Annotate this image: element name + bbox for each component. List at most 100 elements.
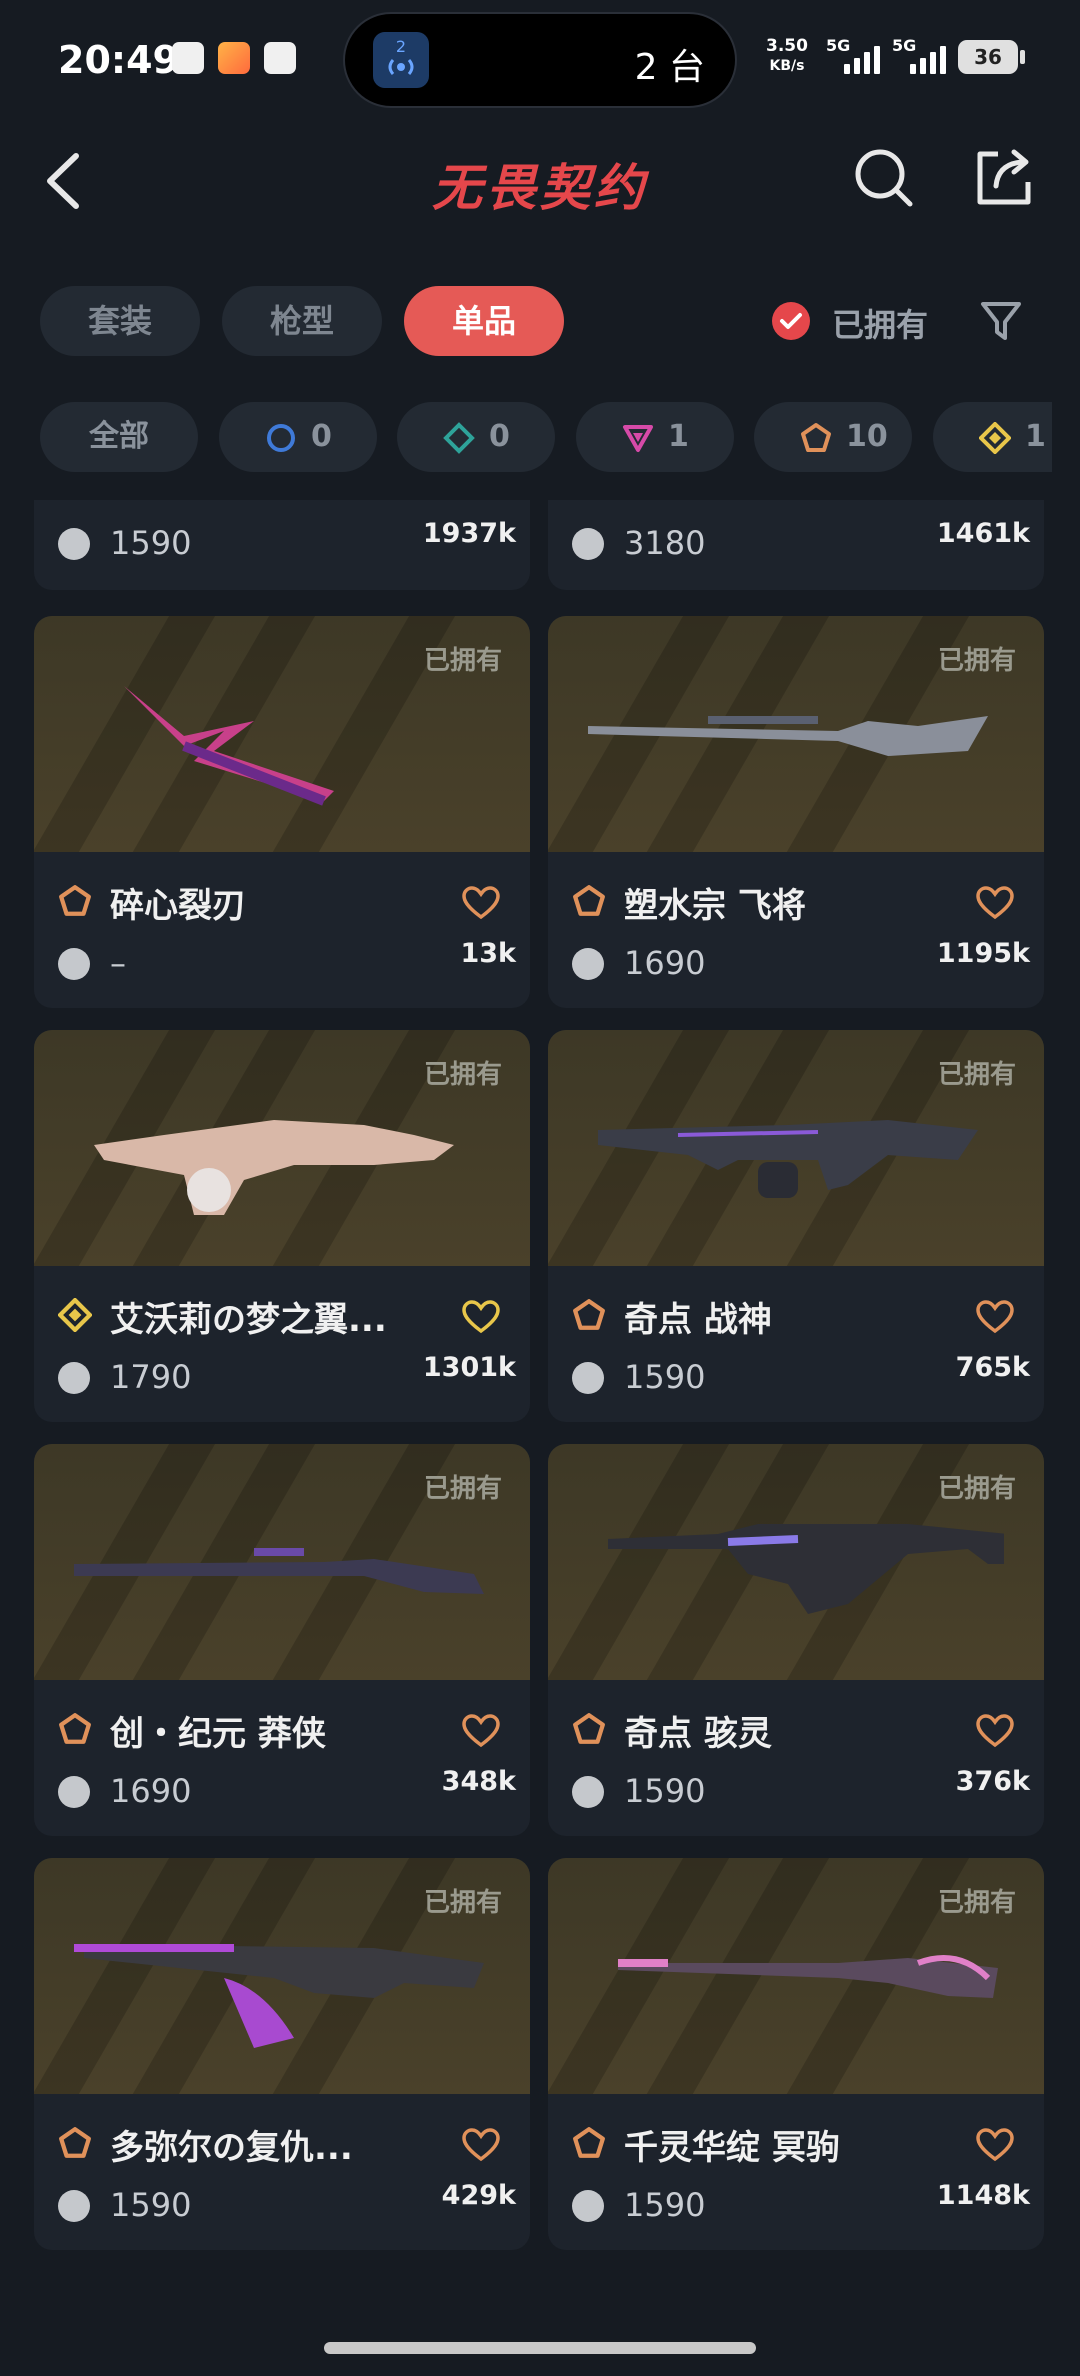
rarity-chip-premium[interactable]: 1 xyxy=(576,402,734,472)
skin-name: 千灵华绽 冥驹 xyxy=(624,2128,840,2168)
rarity-chip-ultra[interactable]: 1 xyxy=(933,402,1052,472)
heart-icon[interactable] xyxy=(976,1300,1014,1334)
vp-currency-icon xyxy=(572,1362,604,1394)
owned-badge: 已拥有 xyxy=(937,1060,1016,1090)
net-speed: 3.50 KB/s xyxy=(766,36,808,76)
skin-image: 已拥有 xyxy=(548,1858,1044,2094)
rarity-chip-all-label: 全部 xyxy=(89,419,149,454)
select-tier-icon xyxy=(267,424,295,452)
dynamic-island[interactable]: 2 2 台 xyxy=(343,12,737,108)
share-icon xyxy=(977,149,1031,205)
skin-image: 已拥有 xyxy=(34,1858,530,2094)
tab-weapon-type[interactable]: 枪型 xyxy=(222,286,382,356)
skin-price: – xyxy=(110,944,126,982)
deluxe-tier-icon xyxy=(443,422,475,454)
machine-gun-skin-image xyxy=(598,1120,978,1198)
heart-icon[interactable] xyxy=(462,2128,500,2162)
vp-currency-icon xyxy=(58,948,90,980)
skin-card[interactable]: 已拥有 塑水宗 飞将 1690 1195k xyxy=(548,616,1044,1008)
owned-badge: 已拥有 xyxy=(937,1888,1016,1918)
skin-name: 艾沃莉の梦之翼... xyxy=(110,1300,387,1340)
status-bar: 20:49 2 2 台 3.50 KB/s 5G 5G 36 xyxy=(0,0,1080,120)
sniper-skin-image xyxy=(618,1955,998,1998)
battery-icon: 36 xyxy=(958,40,1018,74)
filter-button[interactable] xyxy=(978,298,1024,344)
skin-name: 多弥尔の复仇... xyxy=(110,2128,353,2168)
battery-level: 36 xyxy=(974,45,1002,69)
vp-currency-icon xyxy=(58,528,90,560)
search-button[interactable] xyxy=(852,146,916,210)
heart-icon[interactable] xyxy=(462,886,500,920)
skin-name: 奇点 骇灵 xyxy=(624,1714,772,1754)
skin-card[interactable]: 已拥有 千灵华绽 冥驹 1590 1148k xyxy=(548,1858,1044,2250)
skin-card[interactable]: 已拥有 艾沃莉の梦之翼... 1790 1301k xyxy=(34,1030,530,1422)
knife-skin-image xyxy=(124,686,334,806)
island-text: 2 台 xyxy=(634,47,705,88)
ultra-tier-icon xyxy=(58,1298,92,1332)
skin-image: 已拥有 xyxy=(548,1030,1044,1266)
skin-price: 1590 xyxy=(110,524,192,562)
rarity-chip-premium-count: 1 xyxy=(668,419,689,454)
net-speed-unit: KB/s xyxy=(769,58,805,74)
owned-badge: 已拥有 xyxy=(423,1474,502,1504)
rarity-chip-exclusive[interactable]: 10 xyxy=(754,402,912,472)
owned-badge: 已拥有 xyxy=(423,1888,502,1918)
tiktok-app-icon xyxy=(264,42,296,74)
heart-icon[interactable] xyxy=(462,1714,500,1748)
status-time: 20:49 xyxy=(58,38,179,82)
rarity-chip-select[interactable]: 0 xyxy=(219,402,377,472)
vp-currency-icon xyxy=(58,2190,90,2222)
rarity-chip-select-count: 0 xyxy=(311,419,332,454)
rarity-chip-deluxe-count: 0 xyxy=(489,419,510,454)
skin-grid: 1590 1937k 3180 1461k 已拥有 碎心裂刃 – 13k 已拥有… xyxy=(0,500,1080,2300)
tab-single-items[interactable]: 单品 xyxy=(404,286,564,356)
vp-currency-icon xyxy=(572,948,604,980)
sim2-label: 5G xyxy=(892,36,917,55)
ultra-tier-icon xyxy=(979,422,1011,454)
bilibili-app-icon xyxy=(172,42,204,74)
rifle-skin-image xyxy=(94,1120,454,1215)
owned-filter-label: 已拥有 xyxy=(832,306,929,344)
vp-currency-icon xyxy=(572,528,604,560)
sniper-skin-image xyxy=(588,716,988,756)
smg-skin-image xyxy=(608,1524,1004,1614)
skin-card[interactable]: 已拥有 碎心裂刃 – 13k xyxy=(34,616,530,1008)
exclusive-tier-icon xyxy=(59,1713,91,1744)
skin-likes: 13k xyxy=(460,938,516,969)
heart-icon[interactable] xyxy=(976,886,1014,920)
skin-card[interactable]: 已拥有 奇点 战神 1590 765k xyxy=(548,1030,1044,1422)
owned-badge: 已拥有 xyxy=(423,1060,502,1090)
vp-currency-icon xyxy=(572,2190,604,2222)
rarity-chip-all[interactable]: 全部 xyxy=(40,402,198,472)
skin-likes: 1937k xyxy=(422,518,516,549)
skin-card[interactable]: 已拥有 奇点 骇灵 1590 376k xyxy=(548,1444,1044,1836)
skin-card[interactable]: 已拥有 创・纪元 莽侠 1690 348k xyxy=(34,1444,530,1836)
skin-card[interactable]: 1590 1937k xyxy=(34,500,530,590)
skin-price: 1590 xyxy=(110,2186,192,2224)
heart-icon[interactable] xyxy=(976,2128,1014,2162)
exclusive-tier-icon xyxy=(573,1713,605,1744)
island-count: 2 xyxy=(395,37,407,56)
vp-currency-icon xyxy=(58,1362,90,1394)
skin-name: 奇点 战神 xyxy=(624,1300,772,1340)
heart-icon[interactable] xyxy=(976,1714,1014,1748)
skin-price: 1690 xyxy=(624,944,706,982)
skin-likes: 1461k xyxy=(936,518,1030,549)
owned-badge: 已拥有 xyxy=(423,646,502,676)
premium-tier-icon xyxy=(623,425,653,452)
signal-icon-sim1: 5G xyxy=(826,36,896,80)
skin-card[interactable]: 已拥有 多弥尔の复仇... 1590 429k xyxy=(34,1858,530,2250)
rarity-chip-deluxe[interactable]: 0 xyxy=(397,402,555,472)
page-title: 无畏契约 xyxy=(432,159,648,217)
skin-name: 塑水宗 飞将 xyxy=(624,886,806,926)
skin-name: 碎心裂刃 xyxy=(110,886,246,926)
tab-bundles[interactable]: 套装 xyxy=(40,286,200,356)
home-indicator[interactable] xyxy=(324,2342,756,2354)
net-speed-value: 3.50 xyxy=(766,36,808,56)
skin-card[interactable]: 3180 1461k xyxy=(548,500,1044,590)
vp-currency-icon xyxy=(58,1776,90,1808)
exclusive-tier-icon xyxy=(573,2127,605,2158)
owned-badge: 已拥有 xyxy=(937,1474,1016,1504)
share-button[interactable] xyxy=(972,146,1036,210)
heart-icon[interactable] xyxy=(462,1300,500,1334)
